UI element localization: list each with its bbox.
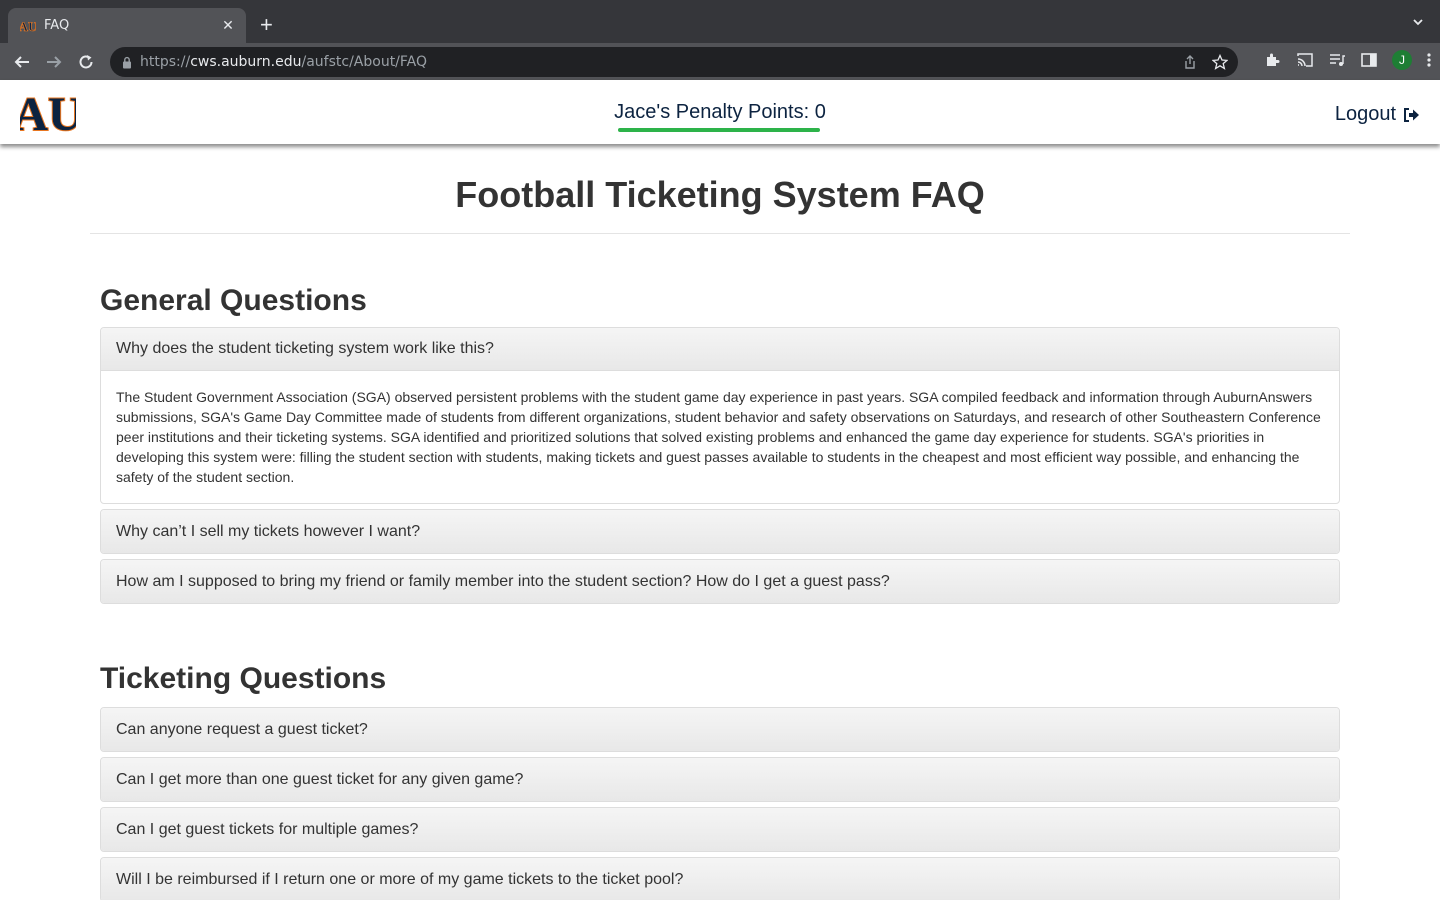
- faq-question[interactable]: How am I supposed to bring my friend or …: [101, 560, 1339, 603]
- logout-label: Logout: [1334, 103, 1396, 125]
- tab-search-chevron-icon[interactable]: [1412, 16, 1424, 28]
- reload-icon[interactable]: [70, 46, 102, 78]
- url-text: https://cws.auburn.edu/aufstc/About/FAQ: [140, 54, 428, 70]
- browser-toolbar: https://cws.auburn.edu/aufstc/About/FAQ …: [0, 43, 1440, 80]
- profile-avatar[interactable]: J: [1392, 50, 1412, 70]
- cast-icon[interactable]: [1296, 51, 1314, 69]
- bookmark-star-icon[interactable]: [1212, 54, 1228, 70]
- faq-panel: How am I supposed to bring my friend or …: [100, 559, 1340, 604]
- sign-out-icon: [1404, 107, 1419, 122]
- faq-panel: Will I be reimbursed if I return one or …: [100, 857, 1340, 900]
- main-content: Football Ticketing System FAQ General Qu…: [0, 144, 1440, 900]
- faq-panel: Why can’t I sell my tickets however I wa…: [100, 509, 1340, 554]
- more-menu-icon[interactable]: [1426, 51, 1432, 69]
- tab-close-icon[interactable]: ✕: [220, 17, 236, 34]
- browser-tab-bar: AU FAQ ✕ +: [0, 0, 1440, 43]
- penalty-underline: [618, 128, 820, 132]
- auburn-favicon-icon: AU: [20, 18, 36, 34]
- site-header: AU Jace's Penalty Points: 0 Logout: [0, 80, 1440, 144]
- faq-panel: Can anyone request a guest ticket?: [100, 707, 1340, 752]
- section-heading: Ticketing Questions: [100, 662, 387, 695]
- general-questions-section: General Questions Why does the student t…: [90, 284, 1350, 604]
- tab-title: FAQ: [44, 18, 70, 33]
- faq-question[interactable]: Why can’t I sell my tickets however I wa…: [101, 510, 1339, 553]
- faq-question[interactable]: Can I get more than one guest ticket for…: [101, 758, 1339, 801]
- new-tab-icon[interactable]: +: [260, 14, 273, 36]
- share-icon[interactable]: [1182, 54, 1198, 70]
- forward-arrow-icon[interactable]: [38, 46, 70, 78]
- faq-question[interactable]: Why does the student ticketing system wo…: [101, 328, 1339, 371]
- faq-question[interactable]: Can anyone request a guest ticket?: [101, 708, 1339, 751]
- browser-tab[interactable]: AU FAQ ✕: [8, 8, 246, 43]
- extensions-puzzle-icon[interactable]: [1264, 51, 1282, 69]
- media-playlist-icon[interactable]: [1328, 51, 1346, 69]
- faq-panel: Can I get more than one guest ticket for…: [100, 757, 1340, 802]
- side-panel-icon[interactable]: [1360, 51, 1378, 69]
- faq-answer: The Student Government Association (SGA)…: [116, 389, 1321, 485]
- page-title: Football Ticketing System FAQ: [90, 144, 1350, 234]
- faq-panel: Why does the student ticketing system wo…: [100, 327, 1340, 504]
- faq-question[interactable]: Can I get guest tickets for multiple gam…: [101, 808, 1339, 851]
- section-heading: General Questions: [100, 284, 367, 317]
- back-arrow-icon[interactable]: [6, 46, 38, 78]
- faq-question[interactable]: Will I be reimbursed if I return one or …: [101, 858, 1339, 900]
- svg-text:AU: AU: [20, 19, 36, 33]
- lock-icon: [123, 56, 131, 68]
- ticketing-questions-section: Ticketing Questions Can anyone request a…: [90, 662, 1350, 900]
- address-bar[interactable]: https://cws.auburn.edu/aufstc/About/FAQ: [110, 47, 1238, 77]
- penalty-points[interactable]: Jace's Penalty Points: 0: [0, 101, 1440, 124]
- logout-button[interactable]: Logout: [1335, 103, 1420, 126]
- faq-panel: Can I get guest tickets for multiple gam…: [100, 807, 1340, 852]
